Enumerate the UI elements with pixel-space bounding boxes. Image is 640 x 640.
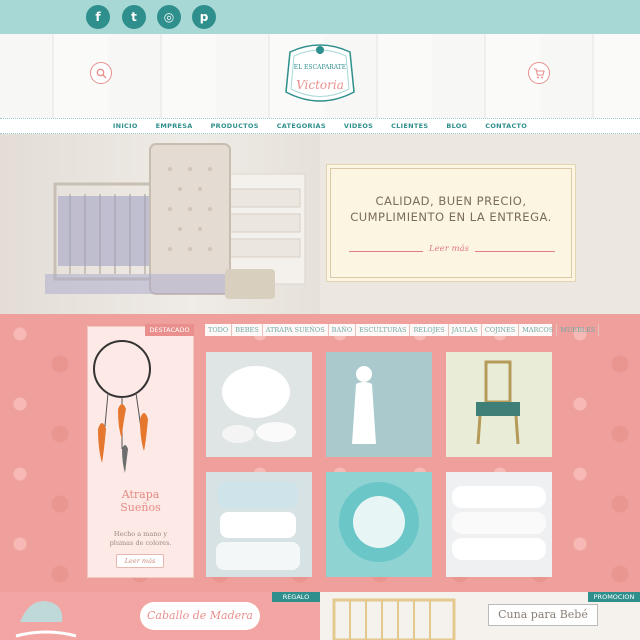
bathrobes-image: [222, 366, 296, 443]
featured-tag: DESTACADO: [145, 324, 194, 336]
nav-productos[interactable]: PRODUCTOS: [202, 119, 268, 133]
facebook-icon[interactable]: f: [86, 5, 110, 29]
mirror-image: [339, 482, 419, 562]
featured-title: Atrapa Sueños: [120, 488, 161, 514]
crib-photo: [0, 134, 320, 314]
dreamcatcher-image: [93, 340, 151, 473]
product-tile-pillows[interactable]: [206, 472, 312, 577]
filter-bebes[interactable]: BEBES: [232, 324, 263, 336]
towels-image: [452, 486, 546, 560]
filter-cojines[interactable]: COJINES: [482, 324, 520, 336]
nav-contacto[interactable]: CONTACTO: [476, 119, 536, 133]
nav-clientes[interactable]: CLIENTES: [382, 119, 437, 133]
search-button[interactable]: [90, 62, 112, 84]
crib-promo-image: [332, 598, 456, 640]
main-nav: INICIO EMPRESA PRODUCTOS CATEGORIAS VIDE…: [0, 118, 640, 134]
sculpture-image: [326, 352, 432, 457]
site-logo[interactable]: EL ESCAPARATE Victoria: [282, 42, 358, 108]
featured-read-more-button[interactable]: Leer más: [116, 554, 164, 568]
promo-gift-tag: REGALO: [272, 592, 320, 602]
pinterest-icon[interactable]: p: [192, 5, 216, 29]
product-tile-chair[interactable]: [446, 352, 552, 457]
pillows-image: [216, 482, 300, 570]
chair-image: [476, 360, 520, 445]
filter-marcos[interactable]: MARCOS: [519, 324, 558, 336]
filter-relojes[interactable]: RELOJES: [410, 324, 449, 336]
hero-message-box: CALIDAD, BUEN PRECIO, CUMPLIMIENTO EN LA…: [330, 168, 572, 278]
product-tile-towels[interactable]: [446, 472, 552, 577]
hero-read-more-link[interactable]: Leer más: [423, 244, 475, 254]
crib-illustration: [45, 143, 306, 299]
twitter-icon[interactable]: t: [122, 5, 146, 29]
cart-icon: [534, 67, 545, 78]
filter-atrapa-suenos[interactable]: ATRAPA SUEÑOS: [263, 324, 329, 336]
nav-empresa[interactable]: EMPRESA: [147, 119, 202, 133]
filter-muebles[interactable]: MUEBLES: [557, 324, 600, 336]
search-icon: [96, 68, 106, 78]
hero-message: CALIDAD, BUEN PRECIO, CUMPLIMIENTO EN LA…: [350, 194, 552, 224]
promo-gift-title: Caballo de Madera: [140, 602, 260, 630]
promo-offer-tag: PROMOCION: [588, 592, 640, 602]
filter-jaulas[interactable]: JAULAS: [449, 324, 482, 336]
featured-subtitle: Hecho a mano y plumas de colores.: [109, 530, 172, 547]
wooden-horse-image: [15, 601, 77, 638]
filter-todo[interactable]: TODO: [205, 324, 233, 336]
logo-line2: Victoria: [296, 78, 344, 92]
product-tile-sculpture[interactable]: [326, 352, 432, 457]
nav-videos[interactable]: VIDEOS: [335, 119, 382, 133]
nav-blog[interactable]: BLOG: [437, 119, 476, 133]
nav-categorias[interactable]: CATEGORIAS: [268, 119, 335, 133]
category-filters: TODO BEBES ATRAPA SUEÑOS BAÑO ESCULTURAS…: [205, 324, 600, 336]
nav-inicio[interactable]: INICIO: [104, 119, 147, 133]
instagram-icon[interactable]: ◎: [157, 5, 181, 29]
cart-button[interactable]: [528, 62, 550, 84]
filter-bano[interactable]: BAÑO: [329, 324, 357, 336]
product-tile-mirror[interactable]: [326, 472, 432, 577]
product-tile-bathrobes[interactable]: [206, 352, 312, 457]
logo-line1: EL ESCAPARATE: [294, 64, 346, 71]
promo-offer-title: Cuna para Bebé: [488, 604, 598, 626]
filter-esculturas[interactable]: ESCULTURAS: [356, 324, 411, 336]
